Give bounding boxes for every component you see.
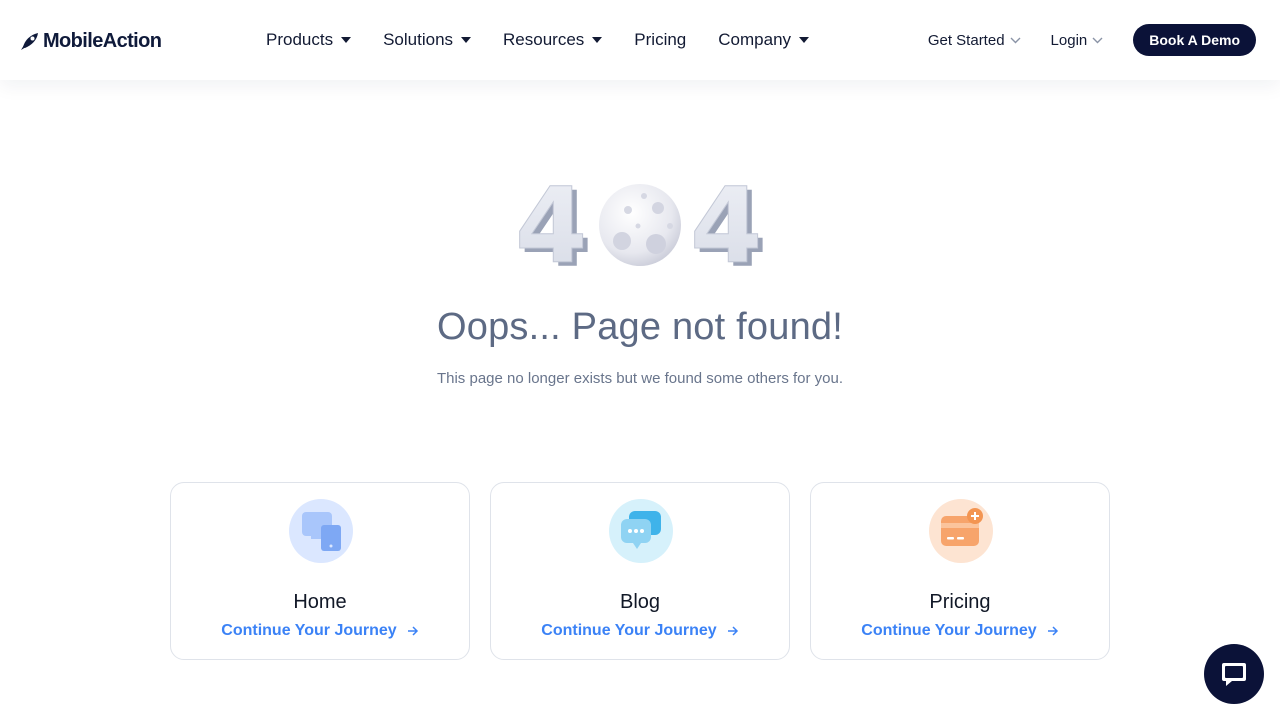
chat-bubbles-icon (621, 511, 661, 549)
card-icon-circle (929, 499, 993, 563)
arrow-right-icon (1047, 626, 1058, 636)
nav-item-company[interactable]: Company (718, 30, 810, 50)
card-title: Pricing (929, 591, 991, 613)
card-icon-circle (609, 499, 673, 563)
caret-down-icon (461, 37, 472, 43)
chat-icon (1222, 663, 1246, 686)
error-title: Oops... Page not found! (437, 306, 843, 348)
brand-name: MobileAction (43, 29, 162, 52)
card-pricing[interactable]: Pricing Continue Your Journey (810, 482, 1110, 660)
card-blog[interactable]: Blog Continue Your Journey (490, 482, 790, 660)
credit-card-icon (941, 508, 983, 546)
login-dropdown[interactable]: Login (1051, 32, 1104, 49)
nav-item-pricing[interactable]: Pricing (634, 30, 686, 50)
nav-item-label: Products (266, 30, 334, 49)
get-started-label: Get Started (927, 31, 1005, 49)
arrow-right-icon (727, 626, 738, 636)
nav-item-label: Solutions (383, 30, 454, 49)
error-message: This page no longer exists but we found … (436, 370, 844, 387)
card-link-label: Continue Your Journey (541, 622, 717, 639)
error-code-right-face: 4 (690, 168, 762, 278)
caret-down-icon (799, 37, 810, 43)
error-404-illustration: 4 4 4 4 (515, 168, 768, 278)
caret-down-icon (341, 37, 352, 43)
card-icon-circle (289, 499, 353, 563)
login-label: Login (1050, 31, 1088, 49)
brand-logo[interactable]: MobileAction (20, 29, 162, 53)
continue-journey-link[interactable]: Continue Your Journey (491, 622, 789, 640)
nav-item-label: Resources (503, 30, 585, 49)
moon-icon (599, 184, 681, 266)
get-started-dropdown[interactable]: Get Started (928, 32, 1021, 49)
devices-icon (302, 512, 341, 551)
chevron-down-icon (1092, 37, 1103, 43)
nav-item-solutions[interactable]: Solutions (383, 30, 472, 50)
account-nav: Get Started Login Book A Demo (928, 24, 1256, 56)
card-title: Blog (619, 591, 661, 613)
rocket-logo-icon (21, 33, 38, 50)
chevron-down-icon (1010, 37, 1021, 43)
card-link-label: Continue Your Journey (221, 622, 397, 639)
nav-item-label: Company (718, 30, 792, 49)
card-title: Home (293, 591, 347, 613)
caret-down-icon (592, 37, 603, 43)
card-home[interactable]: Home Continue Your Journey (170, 482, 470, 660)
main-nav: Products Solutions Resources Pricing Com… (266, 28, 841, 52)
nav-item-label: Pricing (634, 30, 687, 49)
site-header: MobileAction Products Solutions Resource… (0, 0, 1280, 80)
nav-item-products[interactable]: Products (266, 30, 352, 50)
nav-item-resources[interactable]: Resources (503, 30, 603, 50)
continue-journey-link[interactable]: Continue Your Journey (811, 622, 1109, 640)
error-code-left-face: 4 (515, 168, 587, 278)
book-demo-button[interactable]: Book A Demo (1133, 24, 1256, 56)
chat-widget-button[interactable] (1204, 644, 1264, 704)
card-link-label: Continue Your Journey (861, 622, 1037, 639)
continue-journey-link[interactable]: Continue Your Journey (171, 622, 469, 640)
arrow-right-icon (407, 626, 418, 636)
